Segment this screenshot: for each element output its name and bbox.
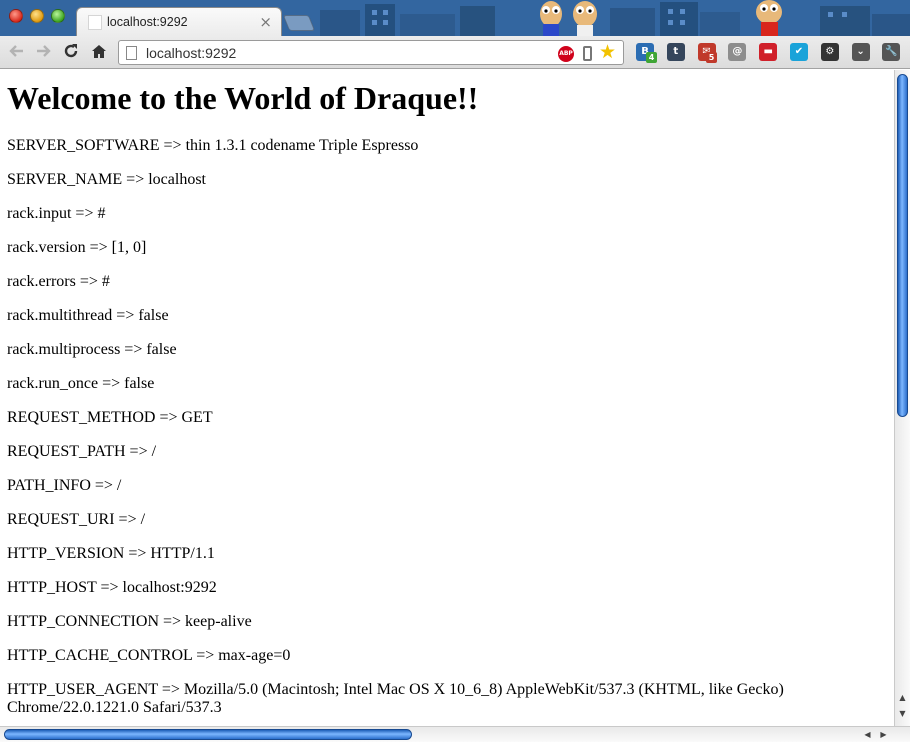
page-title: Welcome to the World of Draque!! (7, 80, 479, 116)
check-icon[interactable]: ✔ (790, 43, 808, 61)
env-entry: HTTP_HOST => localhost:9292 (7, 579, 217, 596)
close-window-button[interactable] (9, 9, 23, 23)
env-entry: REQUEST_URI => / (7, 511, 146, 528)
horizontal-scroll-thumb[interactable] (4, 729, 412, 740)
blog-badge: 4 (646, 52, 657, 63)
pocket-icon[interactable]: ⌄ (851, 43, 870, 61)
zoom-window-button[interactable] (51, 9, 65, 23)
env-entry: rack.run_once => false (7, 375, 155, 392)
home-button[interactable] (89, 42, 109, 62)
vertical-scrollbar[interactable]: ▲ ▼ (894, 70, 910, 726)
env-entry: SERVER_SOFTWARE => thin 1.3.1 codename T… (7, 137, 419, 154)
env-entry: rack.multiprocess => false (7, 341, 177, 358)
vertical-scroll-thumb[interactable] (897, 74, 908, 417)
mail-badge: 5 (706, 52, 717, 63)
mobile-icon[interactable] (583, 46, 592, 61)
env-entry: REQUEST_METHOD => GET (7, 409, 213, 426)
env-entry: HTTP_CONNECTION => keep-alive (7, 613, 252, 630)
forward-arrow-icon (37, 45, 51, 57)
forward-button[interactable] (33, 42, 53, 62)
theme-character-1-icon (540, 1, 562, 36)
address-bar[interactable]: localhost:9292 ABP ★ (118, 40, 624, 65)
settings-icon[interactable]: ⚙ (820, 43, 839, 61)
reload-button[interactable] (61, 42, 81, 62)
wrench-icon[interactable]: 🔧 (882, 43, 901, 61)
page-favicon-icon (88, 15, 102, 30)
env-entry: PATH_INFO => / (7, 477, 122, 494)
home-icon (92, 45, 106, 58)
tab-title: localhost:9292 (107, 15, 188, 29)
address-book-icon[interactable]: @ (728, 43, 747, 61)
back-button[interactable] (7, 42, 27, 62)
horizontal-scrollbar[interactable]: ◀ ▶ (0, 726, 910, 742)
env-entry: HTTP_VERSION => HTTP/1.1 (7, 545, 215, 562)
env-entry: REQUEST_PATH => / (7, 443, 157, 460)
back-arrow-icon (9, 45, 23, 57)
page-icon (126, 46, 137, 60)
scroll-down-arrow-icon[interactable]: ▼ (897, 708, 908, 719)
env-entry: SERVER_NAME => localhost (7, 171, 206, 188)
env-entry: rack.input => # (7, 205, 106, 222)
scroll-left-arrow-icon[interactable]: ◀ (862, 729, 873, 740)
env-entry: rack.multithread => false (7, 307, 169, 324)
scroll-right-arrow-icon[interactable]: ▶ (878, 729, 889, 740)
browser-toolbar: localhost:9292 ABP ★ Bt✉@▬✔⚙⌄🔧45 (0, 36, 910, 69)
adblock-icon[interactable]: ABP (558, 46, 574, 62)
env-entry: HTTP_USER_AGENT => Mozilla/5.0 (Macintos… (7, 681, 784, 716)
tab-localhost[interactable]: localhost:9292 × (76, 7, 282, 36)
tab-close-icon[interactable]: × (259, 13, 272, 31)
reload-icon (64, 44, 78, 58)
couch-icon[interactable]: ▬ (759, 43, 778, 61)
env-entry: HTTP_CACHE_CONTROL => max-age=0 (7, 647, 291, 664)
bookmark-star-icon[interactable]: ★ (599, 42, 619, 62)
env-entry: rack.errors => # (7, 273, 110, 290)
env-entry: rack.version => [1, 0] (7, 239, 147, 256)
tumblr-icon[interactable]: t (666, 43, 685, 61)
tab-strip: localhost:9292 × (0, 0, 910, 36)
address-text: localhost:9292 (146, 45, 237, 61)
minimize-window-button[interactable] (30, 9, 44, 23)
page-content: Welcome to the World of Draque!! SERVER_… (0, 70, 894, 726)
scroll-up-arrow-icon[interactable]: ▲ (897, 692, 908, 703)
